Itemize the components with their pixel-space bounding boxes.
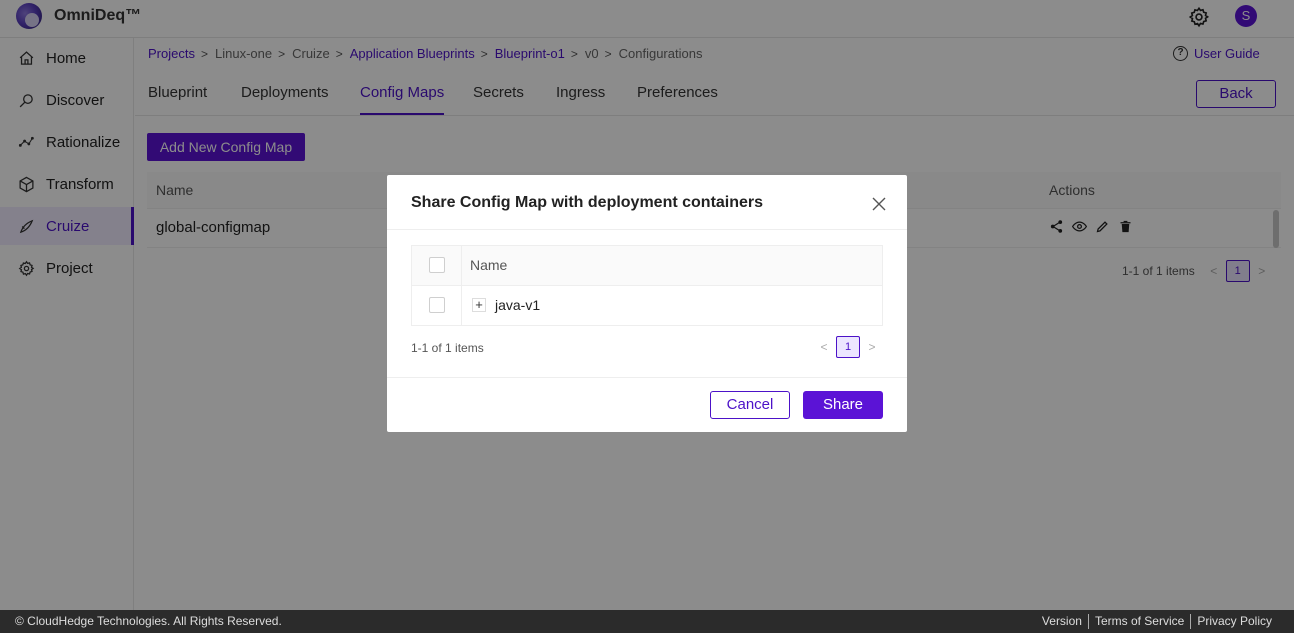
column-name: Name: [470, 257, 508, 273]
footer: © CloudHedge Technologies. All Rights Re…: [0, 610, 1294, 633]
footer-link-terms[interactable]: Terms of Service: [1089, 614, 1190, 629]
share-config-map-modal: Share Config Map with deployment contain…: [387, 175, 907, 432]
row-checkbox[interactable]: [429, 297, 445, 313]
copyright: © CloudHedge Technologies. All Rights Re…: [15, 614, 282, 628]
footer-link-version[interactable]: Version: [1036, 614, 1088, 629]
close-icon[interactable]: [871, 196, 887, 212]
cancel-button[interactable]: Cancel: [710, 391, 790, 419]
modal-title: Share Config Map with deployment contain…: [411, 194, 764, 211]
container-table: Name + java-v1: [411, 245, 883, 326]
footer-links: Version Terms of Service Privacy Policy: [1036, 614, 1278, 629]
container-name: java-v1: [495, 297, 541, 313]
prev-page-icon[interactable]: <: [817, 340, 831, 354]
modal-pagination: < 1 >: [817, 336, 879, 358]
container-table-header: Name: [412, 246, 882, 286]
footer-link-privacy[interactable]: Privacy Policy: [1191, 614, 1278, 629]
next-page-icon[interactable]: >: [865, 340, 879, 354]
modal-header: Share Config Map with deployment contain…: [387, 175, 907, 230]
expand-icon[interactable]: +: [472, 298, 486, 312]
share-button[interactable]: Share: [803, 391, 883, 419]
table-row: + java-v1: [412, 286, 882, 325]
modal-table-count: 1-1 of 1 items: [411, 341, 484, 355]
select-all-checkbox[interactable]: [429, 257, 445, 273]
page-number[interactable]: 1: [836, 336, 860, 358]
